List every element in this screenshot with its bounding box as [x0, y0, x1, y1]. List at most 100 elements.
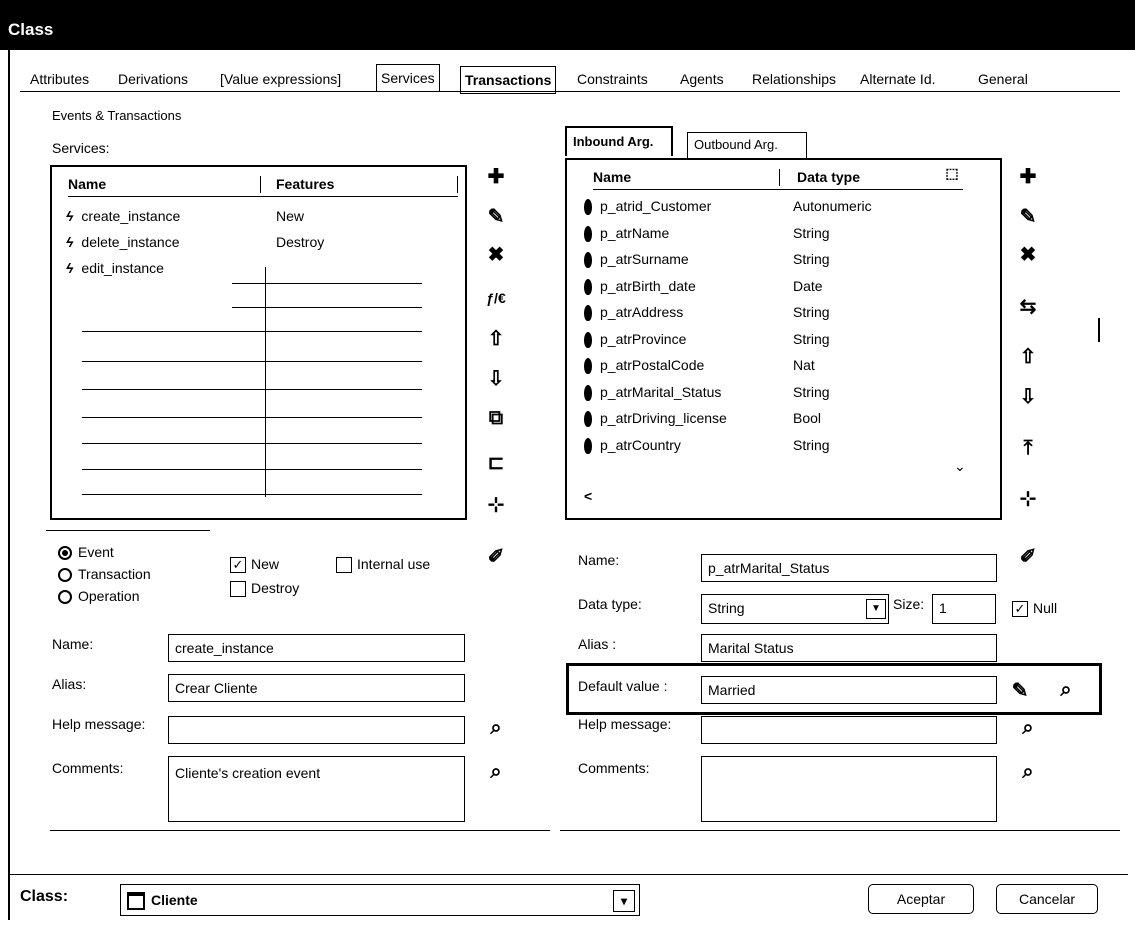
services-col-features[interactable]: Features: [276, 171, 334, 197]
list-item[interactable]: ϟ delete_instance: [66, 229, 180, 255]
argument-type: String: [793, 437, 830, 453]
ok-button[interactable]: Aceptar: [868, 884, 974, 914]
args-col-name[interactable]: Name: [593, 164, 631, 190]
hierarchy-icon[interactable]: ⊏: [480, 446, 512, 478]
radio-transaction[interactable]: Transaction: [58, 566, 151, 583]
magnifier-icon[interactable]: ⌕: [1012, 712, 1044, 744]
cancel-button[interactable]: Cancelar: [996, 884, 1098, 914]
service-help-field[interactable]: [168, 716, 465, 744]
datatype-value: String: [708, 600, 745, 616]
group-line: [46, 530, 210, 531]
arg-comments-field[interactable]: [701, 756, 997, 822]
scroll-left-icon[interactable]: <: [584, 488, 592, 504]
magnifier-icon[interactable]: ⌕: [1050, 674, 1082, 706]
magnifier-icon[interactable]: ⌕: [480, 756, 512, 788]
formula-icon[interactable]: ƒ/€: [480, 282, 512, 314]
datatype-select[interactable]: String ▼: [701, 594, 889, 624]
move-up-icon[interactable]: ⇧: [480, 322, 512, 354]
chevron-down-icon[interactable]: ▼: [866, 599, 886, 619]
checkbox-new[interactable]: ✓ New: [230, 556, 279, 574]
list-item[interactable]: p_atrDriving_license: [584, 405, 727, 431]
checkbox-box: [230, 581, 246, 598]
list-item[interactable]: p_atrSurname: [584, 246, 689, 272]
list-item[interactable]: p_atrName: [584, 220, 669, 246]
upload-icon[interactable]: ⤒: [1012, 432, 1044, 464]
class-value: Cliente: [151, 892, 198, 908]
checkbox-internal-use[interactable]: Internal use: [336, 556, 431, 574]
grid-line: [232, 283, 422, 284]
list-item[interactable]: p_atrBirth_date: [584, 273, 696, 299]
edit-icon[interactable]: ✎: [480, 200, 512, 232]
argument-type: Bool: [793, 410, 822, 426]
arg-name-field[interactable]: p_atrMarital_Status: [701, 554, 997, 582]
move-down-icon[interactable]: ⇩: [480, 362, 512, 394]
service-alias-field[interactable]: Crear Cliente: [168, 674, 465, 702]
argument-type: String: [793, 304, 830, 320]
checkbox-null[interactable]: ✓ Null: [1012, 600, 1057, 618]
move-down-icon[interactable]: ⇩: [1012, 380, 1044, 412]
list-item[interactable]: ϟ create_instance: [66, 203, 180, 229]
radio-operation[interactable]: Operation: [58, 588, 139, 605]
radio-event[interactable]: Event: [58, 544, 114, 561]
checkbox-destroy[interactable]: Destroy: [230, 580, 299, 598]
services-col-name[interactable]: Name: [68, 171, 106, 197]
list-item[interactable]: p_atrProvince: [584, 326, 686, 352]
list-item[interactable]: p_atrPostalCode: [584, 352, 704, 378]
argument-name: p_atrProvince: [600, 331, 687, 347]
service-name-field[interactable]: create_instance: [168, 634, 465, 662]
add-icon[interactable]: ✚: [1012, 160, 1044, 192]
tab-constraints[interactable]: Constraints: [577, 66, 648, 92]
tab-transactions[interactable]: Transactions: [460, 66, 557, 94]
magnifier-icon[interactable]: ⌕: [480, 712, 512, 744]
argument-icon: [584, 199, 592, 216]
list-item[interactable]: p_atrMarital_Status: [584, 379, 721, 405]
eraser-icon[interactable]: ✐: [480, 540, 512, 572]
service-comments-field[interactable]: Cliente's creation event: [168, 756, 465, 822]
scroll-down-icon[interactable]: ⌄: [954, 458, 966, 475]
services-list[interactable]: Name Features ϟ create_instance New ϟ dele…: [50, 165, 467, 520]
chevron-down-icon[interactable]: ▾: [613, 890, 635, 912]
list-item[interactable]: p_atrAddress: [584, 299, 683, 325]
tab-outbound-args[interactable]: Outbound Arg.: [687, 132, 807, 158]
default-value-field[interactable]: Married: [701, 676, 997, 704]
grid-line: [82, 494, 422, 495]
swap-icon[interactable]: ⇆: [1012, 290, 1044, 322]
arg-alias-label: Alias :: [578, 636, 617, 652]
checkbox-box: [336, 557, 352, 574]
tab-inbound-args[interactable]: Inbound Arg.: [565, 126, 673, 156]
tab-services[interactable]: Services: [376, 64, 440, 91]
tree-icon[interactable]: ⊹: [1012, 482, 1044, 514]
magnifier-icon[interactable]: ⌕: [1012, 756, 1044, 788]
move-up-icon[interactable]: ⇧: [1012, 340, 1044, 372]
tab-derivations[interactable]: Derivations: [118, 66, 188, 92]
grid-divider: [265, 267, 266, 497]
tab-agents[interactable]: Agents: [680, 66, 724, 92]
tree-icon[interactable]: ⊹: [480, 488, 512, 520]
grid-line: [82, 389, 422, 390]
eraser-icon[interactable]: ✐: [1012, 540, 1044, 572]
add-icon[interactable]: ✚: [480, 160, 512, 192]
arg-alias-field[interactable]: Marital Status: [701, 634, 997, 662]
tab-relationships[interactable]: Relationships: [752, 66, 836, 92]
argument-icon: [584, 279, 592, 296]
delete-icon[interactable]: ✖: [480, 238, 512, 270]
list-item[interactable]: p_atrCountry: [584, 432, 681, 458]
class-selector[interactable]: Cliente ▾: [120, 884, 640, 916]
list-item[interactable]: ϟ edit_instance: [66, 255, 164, 281]
services-label: Services:: [52, 140, 110, 156]
args-col-datatype[interactable]: Data type: [797, 164, 860, 190]
tab-value-expressions[interactable]: [Value expressions]: [220, 66, 341, 92]
edit-icon[interactable]: ✎: [1012, 200, 1044, 232]
checkbox-label: Internal use: [357, 556, 431, 572]
delete-icon[interactable]: ✖: [1012, 238, 1044, 270]
copy-icon[interactable]: ⧉: [480, 402, 512, 434]
list-item[interactable]: p_atrid_Customer: [584, 193, 711, 219]
pencil-icon[interactable]: ✎: [1008, 674, 1032, 706]
arg-help-field[interactable]: [701, 716, 997, 744]
size-field[interactable]: 1: [932, 594, 996, 624]
tab-alternate-id[interactable]: Alternate Id.: [860, 66, 936, 92]
tab-general[interactable]: General: [978, 66, 1028, 92]
tab-attributes[interactable]: Attributes: [30, 66, 89, 92]
argument-icon: [584, 305, 592, 322]
maximize-icon[interactable]: ⬚: [939, 160, 965, 186]
